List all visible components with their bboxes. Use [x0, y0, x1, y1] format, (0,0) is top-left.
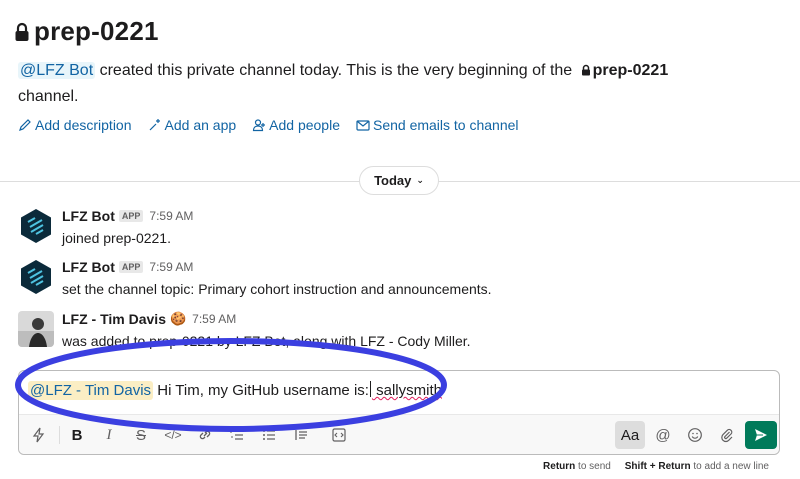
strikethrough-button[interactable]: S [127, 421, 155, 449]
bot-avatar[interactable] [18, 259, 54, 295]
toolbar-separator [59, 426, 60, 444]
add-app-button[interactable]: Add an app [148, 117, 237, 133]
app-badge: APP [118, 261, 144, 273]
bulleted-list-button[interactable] [255, 421, 283, 449]
bulleted-list-icon [263, 430, 275, 440]
mention-button[interactable]: @ [649, 421, 677, 449]
lock-icon [15, 22, 29, 41]
code-button[interactable]: </> [159, 421, 187, 449]
date-divider-button[interactable]: Today ⌄ [359, 166, 439, 195]
link-icon [199, 430, 211, 440]
add-description-button[interactable]: Add description [18, 117, 132, 133]
lock-icon [581, 64, 590, 76]
message-header: LFZ Bot APP 7:59 AM [62, 259, 193, 275]
intro-channel-name[interactable]: prep-0221 [593, 62, 669, 79]
add-people-button[interactable]: Add people [252, 117, 340, 133]
message-text: set the channel topic: Primary cohort in… [62, 281, 492, 297]
link-button[interactable] [191, 421, 219, 449]
add-people-label: Add people [269, 117, 340, 133]
email-icon [356, 120, 370, 131]
message-text: was added to prep-0221 by LFZ Bot, along… [62, 333, 471, 349]
app-badge: APP [118, 210, 144, 222]
sparkle-icon [149, 119, 160, 131]
add-description-label: Add description [35, 117, 132, 133]
timestamp[interactable]: 7:59 AM [149, 209, 193, 223]
user-avatar[interactable] [18, 311, 54, 347]
timestamp[interactable]: 7:59 AM [149, 260, 193, 274]
lightning-icon [32, 427, 45, 443]
send-emails-button[interactable]: Send emails to channel [356, 117, 519, 133]
text-caret [369, 381, 371, 397]
return-hint-text: to send [575, 461, 611, 472]
sender-name[interactable]: LFZ - Tim Davis [62, 311, 166, 327]
blockquote-icon [295, 430, 307, 440]
channel-actions: Add description Add an app Add people Se… [18, 117, 535, 133]
sender-name[interactable]: LFZ Bot [62, 208, 115, 224]
code-block-icon [332, 428, 346, 442]
shift-return-hint-text: to add a new line [690, 461, 769, 472]
intro-end: channel. [18, 88, 79, 105]
intro-mention[interactable]: @LFZ Bot [18, 62, 96, 79]
smiley-icon [688, 428, 702, 442]
composer-text-before: Hi Tim, my GitHub username is: [153, 382, 369, 399]
chevron-down-icon: ⌄ [416, 175, 424, 185]
code-block-button[interactable] [325, 421, 353, 449]
formatting-toggle-button[interactable]: Aa [615, 421, 645, 449]
code-icon: </> [164, 428, 182, 442]
send-button[interactable] [745, 421, 777, 449]
bold-button[interactable]: B [63, 421, 91, 449]
channel-title-row: prep-0221 [14, 16, 159, 47]
attach-button[interactable] [713, 421, 741, 449]
message-header: LFZ - Tim Davis 🍪 7:59 AM [62, 311, 236, 327]
shift-return-key-label: Shift + Return [624, 461, 691, 472]
composer-text-after: sallysmith [371, 382, 442, 399]
composer-mention[interactable]: @LFZ - Tim Davis [28, 381, 154, 400]
date-divider-label: Today [374, 173, 412, 188]
composer-input[interactable]: @LFZ - Tim Davis Hi Tim, my GitHub usern… [28, 381, 442, 400]
send-icon [755, 429, 767, 441]
at-icon: @ [655, 426, 671, 444]
message-header: LFZ Bot APP 7:59 AM [62, 208, 193, 224]
numbered-list-icon [230, 430, 243, 440]
sender-name[interactable]: LFZ Bot [62, 259, 115, 275]
composer-toolbar: B I S </> Aa @ [19, 414, 779, 454]
message-text: joined prep-0221. [62, 230, 171, 246]
bot-avatar[interactable] [18, 208, 54, 244]
blockquote-button[interactable] [287, 421, 315, 449]
numbered-list-button[interactable] [223, 421, 251, 449]
intro-text: created this private channel today. This… [95, 62, 577, 79]
pencil-icon [19, 119, 31, 131]
italic-icon: I [106, 426, 112, 443]
emoji-button[interactable] [681, 421, 709, 449]
timestamp[interactable]: 7:59 AM [192, 312, 236, 326]
shortcuts-button[interactable] [25, 421, 53, 449]
cookie-emoji: 🍪 [169, 311, 187, 326]
add-app-label: Add an app [164, 117, 237, 133]
bold-icon: B [71, 426, 83, 444]
channel-title: prep-0221 [34, 16, 159, 46]
strikethrough-icon: S [135, 426, 146, 444]
channel-intro: @LFZ Bot created this private channel to… [18, 58, 778, 110]
paperclip-icon [721, 428, 733, 443]
return-key-label: Return [543, 461, 576, 472]
add-person-icon [253, 119, 266, 132]
message-composer[interactable]: @LFZ - Tim Davis Hi Tim, my GitHub usern… [18, 370, 780, 455]
italic-button[interactable]: I [95, 421, 123, 449]
composer-hints: Return to send Shift + Return to add a n… [543, 461, 769, 472]
send-emails-label: Send emails to channel [372, 117, 519, 133]
